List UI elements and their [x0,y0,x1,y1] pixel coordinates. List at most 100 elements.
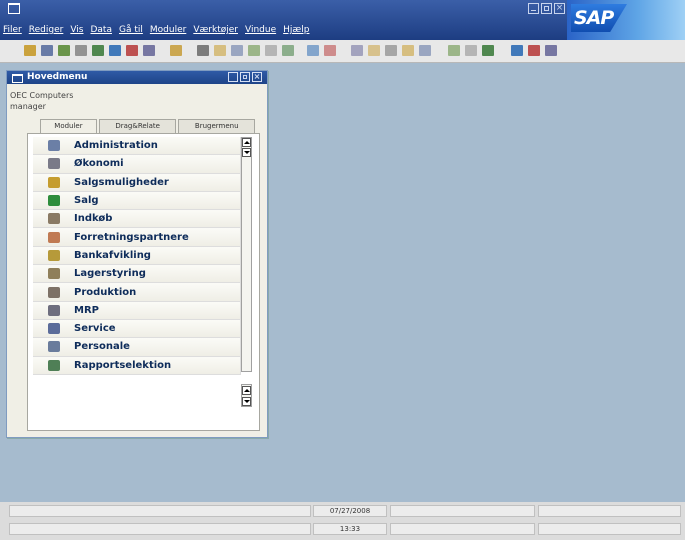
menu-filer[interactable]: Filer [3,25,22,35]
first-record-icon[interactable] [231,45,243,56]
panel-scroll-up-button[interactable] [242,386,251,395]
status-bar: 07/27/2008 13:33 [0,502,685,540]
menu-gaa-til[interactable]: Gå til [119,25,143,35]
module-label: Produktion [74,286,137,298]
module-item[interactable]: Bankafvikling [33,246,241,266]
panel-scroll-down-button[interactable] [242,397,251,406]
module-label: Administration [74,140,158,152]
module-item[interactable]: Forretningspartnere [33,228,241,247]
module-label: Personale [74,341,130,353]
main-menu-minimize-button[interactable] [228,72,238,82]
module-item[interactable]: Administration [33,137,241,156]
main-menu-title: Hovedmenu [27,72,88,82]
menu-vaerktoejer[interactable]: Værktøjer [193,25,238,35]
menu-rediger[interactable]: Rediger [29,25,64,35]
app-window-controls: × [528,3,565,14]
module-item[interactable]: Salgsmuligheder [33,173,241,192]
module-item[interactable]: Personale [33,338,241,357]
email-icon[interactable] [58,45,70,56]
lock-screen-icon[interactable] [170,45,182,56]
menu-vindue[interactable]: Vindue [245,25,276,35]
module-label: Forretningspartnere [74,231,189,243]
module-item[interactable]: MRP [33,301,241,320]
module-item[interactable]: Økonomi [33,155,241,174]
module-item[interactable]: Salg [33,191,241,211]
gross-profit-icon[interactable] [402,45,414,56]
status-field-8 [538,523,681,535]
status-field-7 [390,523,535,535]
previous-record-icon[interactable] [248,45,260,56]
help-icon[interactable] [545,45,557,56]
module-item[interactable]: Rapportselektion [33,356,241,375]
modules-scrollbar[interactable] [241,137,252,372]
purchasing-icon [48,213,60,225]
business-partners-icon [48,231,60,243]
menu-moduler[interactable]: Moduler [150,25,186,35]
module-item[interactable]: Lagerstyring [33,265,241,284]
financials-icon [48,158,60,170]
main-menu-close-button[interactable]: × [252,72,262,82]
status-field-3 [390,505,535,517]
main-menu-window-controls: × [228,72,262,82]
tab-brugermenu[interactable]: Brugermenu [178,119,255,133]
tab-drag-relate[interactable]: Drag&Relate [98,119,177,133]
tab-moduler[interactable]: Moduler [40,119,97,134]
production-icon [48,286,60,298]
scroll-down-button[interactable] [242,148,251,157]
close-button[interactable]: × [554,3,565,14]
module-label: Salg [74,195,99,207]
module-label: MRP [74,304,99,316]
sales-icon [48,195,60,207]
system-menu-icon[interactable] [8,3,20,14]
administration-icon [48,140,60,152]
print-preview-icon[interactable] [24,45,36,56]
main-menu-maximize-button[interactable] [240,72,250,82]
status-field-5 [9,523,311,535]
mrp-icon [48,304,60,316]
launch-application-icon[interactable] [143,45,155,56]
print-icon[interactable] [41,45,53,56]
form-settings-icon[interactable] [482,45,494,56]
panel-scrollbar[interactable] [241,384,252,407]
menu-data[interactable]: Data [90,25,112,35]
base-document-icon[interactable] [368,45,380,56]
module-item[interactable]: Produktion [33,283,241,302]
module-label: Lagerstyring [74,268,146,280]
add-icon[interactable] [214,45,226,56]
module-label: Indkøb [74,213,113,225]
menu-hjaelp[interactable]: Hjælp [283,25,309,35]
minimize-button[interactable] [528,3,539,14]
layout-designer-icon[interactable] [448,45,460,56]
service-icon [48,323,60,335]
sort-icon[interactable] [324,45,336,56]
settings-icon[interactable] [465,45,477,56]
scroll-up-button[interactable] [242,138,251,147]
next-record-icon[interactable] [265,45,277,56]
alerts-icon[interactable] [511,45,523,56]
main-menu-titlebar[interactable]: Hovedmenu × [7,71,267,84]
window-icon [12,74,23,83]
module-label: Bankafvikling [74,249,151,261]
human-resources-icon [48,341,60,353]
module-item[interactable]: Service [33,319,241,339]
module-item[interactable]: Indkøb [33,210,241,229]
pdf-icon[interactable] [126,45,138,56]
filter-icon[interactable] [307,45,319,56]
sms-icon[interactable] [75,45,87,56]
export-word-icon[interactable] [109,45,121,56]
target-document-icon[interactable] [385,45,397,56]
menu-vis[interactable]: Vis [70,25,83,35]
messages-icon[interactable] [528,45,540,56]
find-icon[interactable] [197,45,209,56]
modules-list: Administration Økonomi Salgsmuligheder Salg… [33,137,241,375]
modules-panel: Administration Økonomi Salgsmuligheder Salg… [27,133,260,431]
opportunities-icon [48,176,60,188]
last-record-icon[interactable] [282,45,294,56]
main-menu-tabs: Moduler Drag&Relate Brugermenu [40,119,257,134]
export-excel-icon[interactable] [92,45,104,56]
journal-icon[interactable] [419,45,431,56]
inventory-icon [48,268,60,280]
module-label: Økonomi [74,158,124,170]
refresh-record-icon[interactable] [351,45,363,56]
maximize-button[interactable] [541,3,552,14]
